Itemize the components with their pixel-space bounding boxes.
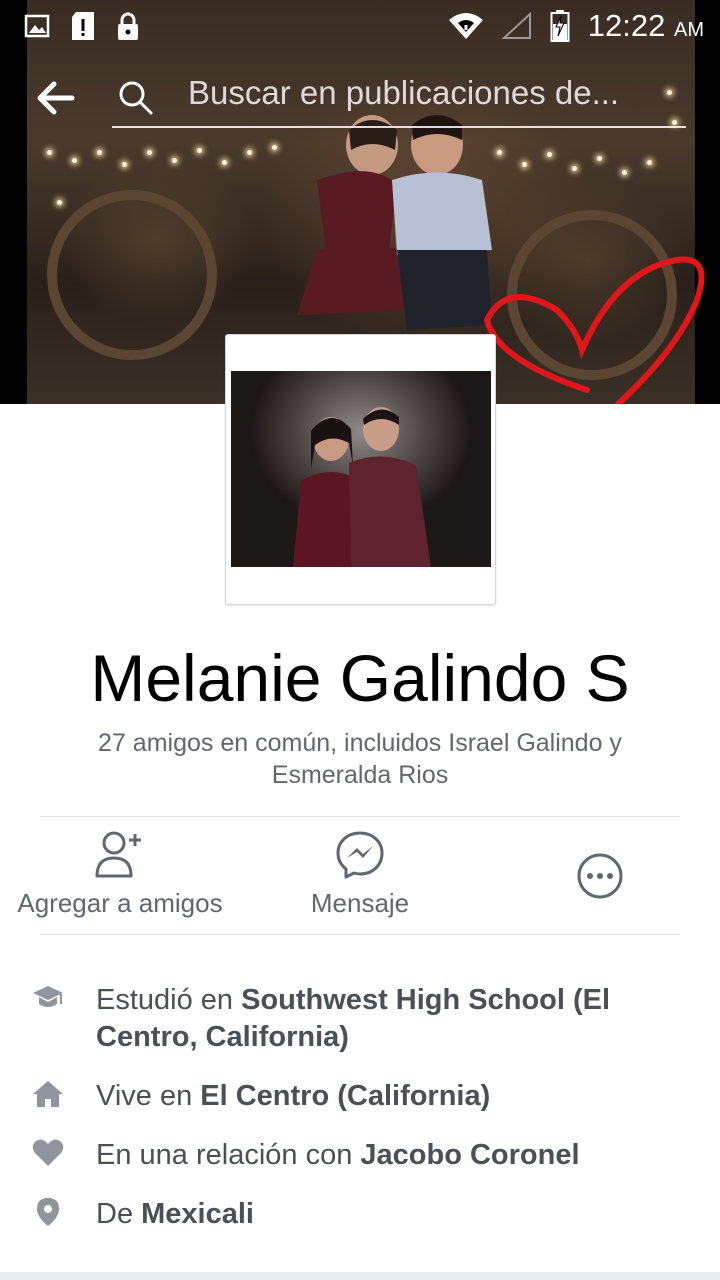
- clock: 12:22 AM: [587, 8, 704, 43]
- section-separator: [0, 1272, 720, 1280]
- mutual-friends-text[interactable]: 27 amigos en común, incluidos Israel Gal…: [60, 727, 660, 791]
- profile-couple-illustration: [293, 407, 431, 567]
- location-pin-icon: [37, 1198, 59, 1226]
- profile-name: Melanie Galindo S: [90, 641, 630, 715]
- intro-relationship-text: En una relación con Jacobo Coronel: [96, 1139, 580, 1171]
- lock-icon: [118, 12, 138, 40]
- search-underline: [112, 126, 686, 128]
- search-input[interactable]: Buscar en publicaciones de...: [188, 74, 678, 122]
- wagon-wheel: [47, 190, 217, 360]
- more-options-button[interactable]: [560, 852, 640, 908]
- search-icon[interactable]: [118, 80, 154, 116]
- messenger-icon: [336, 831, 384, 879]
- home-icon: [33, 1081, 63, 1107]
- graduation-cap-icon: [33, 986, 63, 1007]
- profile-image: [231, 371, 491, 567]
- add-friend-icon: [95, 831, 141, 878]
- add-friend-button[interactable]: Agregar a amigos: [0, 830, 240, 919]
- sd-card-alert-icon: [72, 12, 94, 40]
- wifi-icon: [448, 13, 483, 39]
- heart-icon: [32, 1139, 64, 1166]
- more-dots-icon: [577, 853, 623, 899]
- red-heart-drawing: [484, 256, 705, 404]
- search-bar: Buscar en publicaciones de...: [0, 68, 720, 130]
- message-button[interactable]: Mensaje: [260, 830, 460, 919]
- back-arrow-icon[interactable]: [36, 78, 76, 118]
- intro-lives-in-text: Vive en El Centro (California): [96, 1080, 491, 1112]
- intro-from-text: De Mexicali: [96, 1198, 254, 1230]
- profile-picture[interactable]: [225, 334, 496, 605]
- image-icon: [24, 14, 50, 38]
- status-bar: 12:22 AM: [0, 0, 720, 52]
- intro-education-text: Estudió en Southwest High School (El Cen…: [96, 984, 611, 1053]
- add-friend-label: Agregar a amigos: [17, 888, 223, 918]
- divider: [40, 934, 680, 935]
- divider: [40, 816, 680, 817]
- signal-icon: [501, 12, 531, 39]
- message-label: Mensaje: [310, 888, 410, 918]
- battery-charging-icon: [550, 10, 570, 42]
